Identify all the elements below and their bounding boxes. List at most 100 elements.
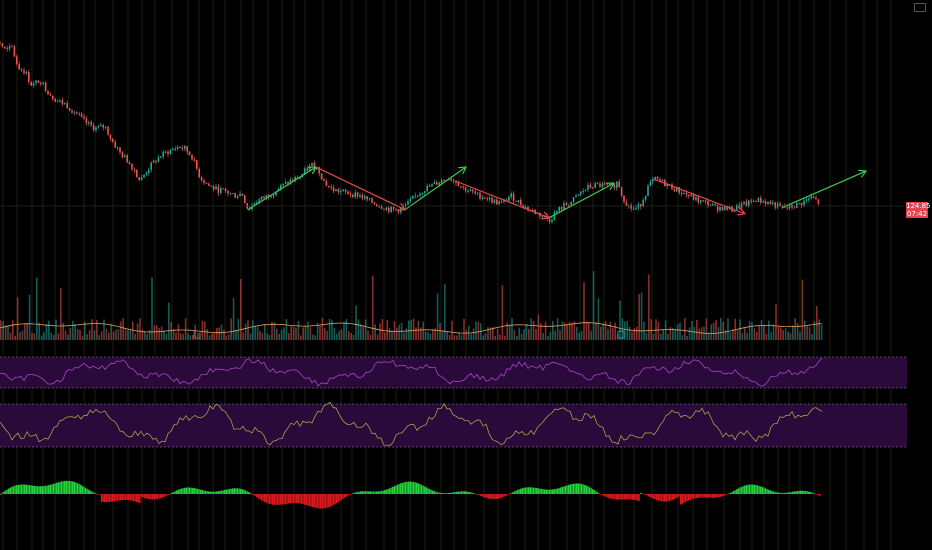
volume-bar [321, 318, 324, 340]
volume-bar [585, 321, 588, 340]
pane-toggle-icon[interactable] [914, 3, 926, 12]
histogram-bar [556, 488, 559, 494]
volume-bar [808, 327, 811, 340]
histogram-bar [779, 492, 781, 494]
price-candle [510, 193, 512, 197]
volume-bar [424, 331, 427, 340]
histogram-bar [86, 488, 88, 494]
volume-bar [141, 329, 144, 340]
volume-bar [681, 335, 684, 340]
price-candle [49, 94, 52, 96]
histogram-bar [209, 491, 211, 494]
histogram-bar [73, 481, 75, 494]
histogram-bar [537, 488, 539, 494]
volume-bar [705, 318, 708, 340]
histogram-bar [203, 490, 205, 494]
price-candle [112, 138, 114, 142]
histogram-bar [104, 494, 106, 503]
price-candle [762, 201, 764, 203]
histogram-bar [747, 484, 749, 494]
price-candle [95, 127, 97, 131]
volume-bar [760, 319, 763, 340]
histogram-bar [145, 494, 147, 499]
volume-bar [304, 325, 307, 340]
price-candle [344, 189, 347, 192]
histogram-bar [716, 494, 719, 498]
histogram-bar [46, 485, 48, 494]
histogram-bar [176, 490, 178, 494]
histogram-bar [710, 494, 712, 498]
volume-bar [69, 328, 72, 340]
price-candle [28, 72, 30, 82]
price-candle [520, 200, 522, 205]
volume-bar [729, 332, 732, 340]
histogram-bar [379, 491, 381, 494]
price-candle [205, 182, 208, 184]
price-candle [64, 103, 66, 105]
histogram-bar [568, 484, 570, 494]
volume-bar [638, 294, 640, 340]
price-candle [409, 198, 412, 202]
volume-bar [172, 329, 175, 340]
volume-bar [408, 320, 410, 340]
price-candle [548, 218, 551, 222]
price-candle [92, 125, 95, 131]
histogram-bar [286, 494, 288, 504]
price-candle [517, 200, 520, 203]
chart-canvas[interactable] [0, 0, 932, 550]
histogram-bar [633, 494, 635, 500]
histogram-bar [198, 489, 200, 494]
histogram-bar [182, 488, 184, 494]
volume-bar [38, 322, 40, 340]
volume-bar [129, 329, 132, 340]
histogram-bar [483, 494, 485, 498]
volume-bar [218, 327, 220, 340]
histogram-bar [548, 489, 551, 494]
volume-bar [765, 333, 768, 340]
price-candle [712, 204, 714, 206]
histogram-bar [768, 489, 770, 494]
histogram-bar [740, 486, 743, 494]
price-candle [224, 188, 227, 191]
histogram-bar [542, 489, 544, 494]
histogram-bar [161, 494, 163, 498]
histogram-bar [75, 482, 77, 494]
histogram-bar [387, 489, 389, 494]
histogram-bar [174, 491, 176, 494]
price-candle [570, 201, 572, 206]
price-candle [512, 193, 515, 202]
histogram-bar [672, 494, 674, 500]
histogram-bar [593, 490, 595, 494]
histogram-bar [342, 494, 344, 499]
histogram-bar [89, 490, 91, 494]
histogram-bar [569, 484, 571, 494]
histogram-bar [713, 494, 715, 498]
volume-bar [268, 335, 271, 340]
price-candle [714, 204, 716, 206]
price-candle [474, 191, 476, 194]
volume-bar [494, 335, 496, 340]
volume-bar [225, 335, 228, 340]
price-candle [119, 147, 121, 153]
volume-bar [693, 326, 696, 340]
histogram-bar [478, 494, 480, 496]
price-candle [100, 124, 102, 127]
histogram-bar [352, 493, 354, 495]
volume-bar [196, 332, 199, 340]
price-candle [335, 189, 337, 191]
histogram-bar [510, 493, 512, 494]
histogram-bar [400, 483, 402, 494]
histogram-bar [512, 492, 514, 494]
histogram-bar [80, 484, 82, 494]
histogram-bar [752, 484, 754, 494]
histogram-bar [60, 481, 63, 494]
histogram-bar [555, 488, 557, 494]
volume-bar [12, 320, 14, 340]
histogram-bar [662, 494, 664, 502]
histogram-bar [288, 494, 290, 504]
price-candle [160, 156, 162, 158]
volume-bar [350, 333, 352, 340]
histogram-bar [72, 481, 74, 494]
volume-bar [309, 327, 312, 340]
volume-bar [184, 318, 187, 340]
